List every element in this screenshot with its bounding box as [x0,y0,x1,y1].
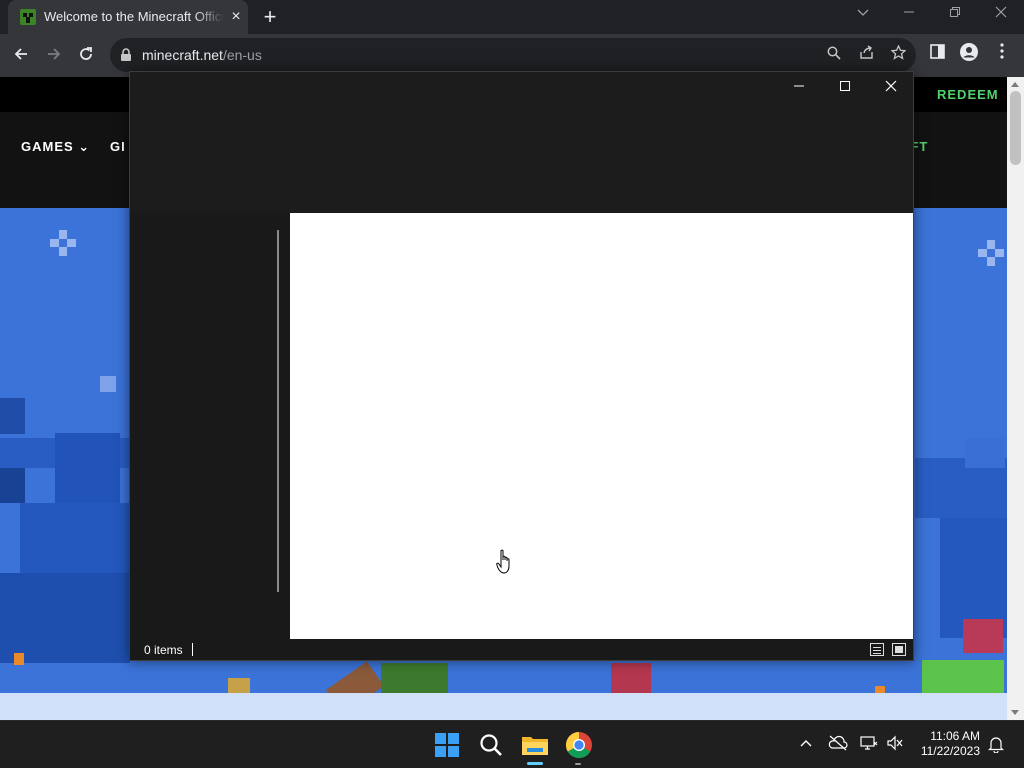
profile-avatar-icon[interactable] [957,43,981,67]
explorer-minimize-icon[interactable] [776,74,822,102]
volume-muted-icon[interactable] [885,735,905,755]
network-icon[interactable] [859,735,879,755]
nav-gift-partial[interactable]: GI [110,139,126,154]
pixel-block [965,438,1005,468]
lock-icon[interactable] [120,48,132,62]
reload-icon[interactable] [73,43,99,69]
snowflake-icon [978,240,1004,266]
windows-taskbar: 11:06 AM 11/22/2023 [0,720,1024,768]
restore-icon[interactable] [942,4,968,28]
scrollbar-thumb[interactable] [1010,91,1021,165]
address-bar[interactable]: minecraft.net/en-us [110,38,916,72]
running-app-indicator [575,763,581,765]
chevron-up-icon[interactable] [796,735,816,755]
explorer-navigation-pane[interactable] [130,213,290,639]
nav-pane-scrollbar[interactable] [277,230,279,592]
pixel-block [55,433,120,503]
url-host: minecraft.net [142,47,223,63]
explorer-status-bar: 0 items [130,639,913,660]
nav-games-label: GAMES [21,139,74,154]
clock-date: 11/22/2023 [920,744,980,758]
browser-tab-strip: Welcome to the Minecraft Official Site ×… [0,0,1024,34]
pixel-block [0,398,25,434]
active-app-indicator [527,762,543,765]
url-path: /en-us [222,47,262,63]
clock-time: 11:06 AM [930,729,980,743]
details-view-icon[interactable] [870,643,884,656]
back-arrow-icon[interactable] [8,43,34,69]
onedrive-offline-icon[interactable] [828,735,848,755]
scroll-down-arrow-icon[interactable] [1011,710,1019,715]
url-text[interactable]: minecraft.net/en-us [142,47,262,63]
pixel-block [20,503,130,573]
pixel-block [0,573,130,663]
forward-arrow-icon[interactable] [41,43,67,69]
side-panel-icon[interactable] [925,43,949,67]
chevron-down-icon: ⌄ [78,139,91,154]
bookmark-star-icon[interactable] [887,44,909,67]
tab-close-icon[interactable]: × [228,9,244,25]
lantern-icon [14,653,24,665]
tab-title: Welcome to the Minecraft Official Site [44,9,224,27]
explorer-content-area[interactable] [290,213,913,639]
redeem-link[interactable]: REDEEM [937,87,999,102]
status-separator [192,643,193,656]
search-icon[interactable] [823,45,845,67]
new-tab-button[interactable]: + [258,6,282,30]
share-icon[interactable] [855,45,877,67]
snowflake-icon [50,230,76,256]
browser-tab-minecraft[interactable]: Welcome to the Minecraft Official Site × [8,0,248,34]
large-icons-view-icon[interactable] [892,643,906,656]
snow-ground [0,693,1007,720]
file-explorer-window: 0 items [129,71,914,661]
windows-start-icon[interactable] [431,729,463,761]
present-box [963,619,1003,653]
tab-search-icon[interactable] [850,4,876,28]
minecraft-creeper-icon [20,9,36,25]
explorer-maximize-icon[interactable] [822,74,868,102]
pixel-block [100,376,116,392]
chrome-menu-icon[interactable] [990,43,1014,67]
file-explorer-icon[interactable] [519,729,551,761]
explorer-close-icon[interactable] [868,74,914,102]
search-icon[interactable] [475,729,507,761]
page-scrollbar[interactable] [1007,77,1024,720]
nav-games[interactable]: GAMES ⌄ [21,139,90,155]
scroll-up-arrow-icon[interactable] [1011,82,1019,87]
hand-cursor-icon [496,549,514,575]
item-count: 0 items [144,643,183,657]
close-window-icon[interactable] [988,4,1014,28]
system-clock[interactable]: 11:06 AM 11/22/2023 [908,729,980,759]
notification-bell-icon[interactable] [986,735,1006,755]
pixel-block [0,468,25,503]
explorer-title-bar[interactable] [130,72,913,213]
minimize-icon[interactable] [896,4,922,28]
chrome-icon[interactable] [563,729,595,761]
